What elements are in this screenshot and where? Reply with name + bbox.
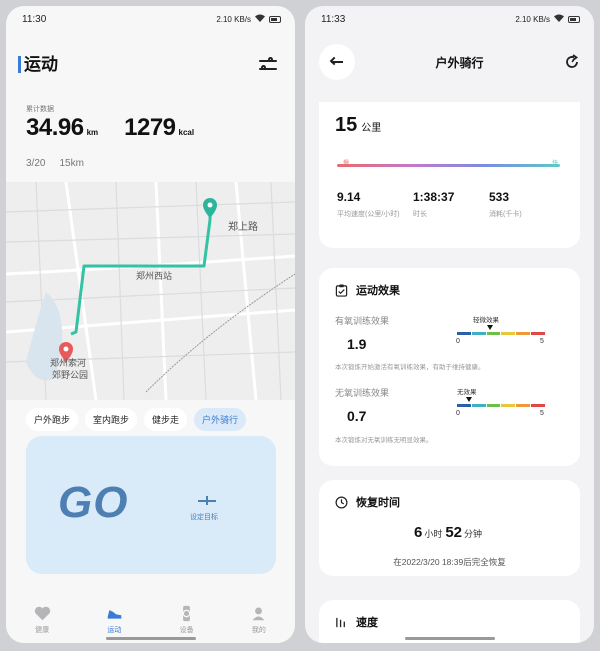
anaerobic-label: 无氧训练效果	[335, 388, 390, 398]
summary-card: 15公里 慢 快 9.14平均速度(公里/小时) 1:38:37时长 533消耗…	[319, 102, 580, 248]
map-label: 郑上路	[228, 222, 258, 233]
wifi-icon	[554, 14, 564, 24]
card-title: 恢复时间	[356, 497, 400, 509]
shoe-icon	[107, 610, 122, 619]
clock-icon	[335, 496, 348, 508]
scale-segment	[457, 332, 471, 335]
recovery-card[interactable]: 恢复时间 6 小时 52 分钟 在2022/3/20 18:39后完全恢复	[319, 480, 580, 576]
pace-gradient-bar	[337, 164, 560, 167]
profile-icon	[252, 607, 265, 621]
refresh-icon[interactable]	[564, 54, 580, 70]
network-speed: 2.10 KB/s	[216, 14, 251, 24]
metric-avg-speed: 9.14 平均速度(公里/小时)	[337, 190, 400, 218]
tab-indoor-run[interactable]: 室内跑步	[85, 408, 138, 431]
tab-walk[interactable]: 健步走	[144, 408, 188, 431]
metric-calories: 533 消耗(千卡)	[489, 190, 522, 218]
set-goal-icon[interactable]	[198, 494, 216, 508]
go-button[interactable]: GO	[58, 478, 128, 528]
recovery-time: 6 小时 52 分钟	[413, 524, 483, 541]
anaerobic-note: 本次锻炼对无氧训练无明显效果。	[335, 437, 433, 444]
anaerobic-scale-bar	[457, 404, 545, 407]
scale-segment	[457, 404, 471, 407]
status-bar: 11:33 2.10 KB/s	[305, 6, 594, 32]
speed-chart-icon	[336, 617, 345, 627]
page-title: 运动	[18, 56, 58, 73]
scale-segment	[486, 332, 501, 335]
nav-sport[interactable]: 运动	[89, 605, 139, 635]
record-distance: 15km	[59, 158, 84, 169]
filter-icon[interactable]	[259, 56, 277, 73]
scale-segment	[471, 332, 486, 335]
watch-icon	[182, 605, 191, 622]
page-title: 户外骑行	[435, 55, 484, 70]
card-title: 运动效果	[356, 285, 400, 297]
sport-type-tabs: 户外跑步 室内跑步 健步走 户外骑行	[26, 408, 247, 431]
scale-segment	[531, 404, 545, 407]
clipboard-check-icon	[335, 283, 348, 297]
set-goal-label[interactable]: 设定目标	[190, 512, 218, 522]
anaerobic-marker	[466, 397, 473, 402]
home-indicator[interactable]	[405, 637, 495, 640]
go-card: GO 设定目标	[26, 436, 276, 574]
nav-health[interactable]: 健康	[17, 605, 67, 635]
ride-distance: 15 公里	[335, 114, 382, 136]
nav-device[interactable]: 设备	[162, 605, 212, 635]
map-label: 郑州西站	[136, 271, 173, 281]
tab-outdoor-run[interactable]: 户外跑步	[26, 408, 79, 431]
scale-segment	[501, 332, 516, 335]
scale-segment	[531, 332, 545, 335]
network-speed: 2.10 KB/s	[515, 14, 550, 24]
cumulative-label: 累计数据	[26, 106, 54, 113]
map-label: 郊野公园	[52, 370, 89, 380]
recovery-note: 在2022/3/20 18:39后完全恢复	[393, 557, 506, 567]
status-bar: 11:30 2.10 KB/s	[6, 6, 295, 32]
tab-outdoor-cycling[interactable]: 户外骑行	[194, 408, 247, 431]
total-distance: 34.96 km	[26, 114, 99, 141]
status-time: 11:30	[22, 13, 47, 25]
home-indicator[interactable]	[106, 637, 196, 640]
anaerobic-level: 无效果	[457, 389, 477, 396]
scale-segment	[501, 404, 516, 407]
heart-icon	[34, 606, 50, 621]
anaerobic-value: 0.7	[347, 408, 367, 424]
battery-icon	[568, 15, 580, 23]
training-effect-card[interactable]: 运动效果 有氧训练效果 1.9 轻微效果 0 5 本次锻炼开始激活有氧训练效果，…	[319, 268, 580, 466]
aerobic-label: 有氧训练效果	[335, 316, 390, 326]
record-date: 3/20	[26, 158, 46, 169]
aerobic-marker	[487, 325, 494, 330]
aerobic-scale-bar	[457, 332, 545, 335]
aerobic-value: 1.9	[347, 336, 367, 352]
sport-home-screen: 11:30 2.10 KB/s 运动 累计数据 34.96 km 1279 kcal…	[6, 6, 295, 643]
scale-segment	[516, 404, 531, 407]
cycling-detail-screen: 11:33 2.10 KB/s 户外骑行 15公里 慢 快 9.14平均速度(公…	[305, 6, 594, 643]
route-map[interactable]: 郑上路 郑州西站 郑州索河 郊野公园	[6, 182, 295, 400]
card-title: 速度	[356, 617, 378, 629]
wifi-icon	[255, 14, 265, 24]
battery-icon	[269, 15, 281, 23]
metric-duration: 1:38:37 时长	[413, 190, 455, 218]
aerobic-level: 轻微效果	[473, 317, 499, 324]
total-calories: 1279 kcal	[124, 114, 195, 141]
nav-me[interactable]: 我的	[234, 605, 284, 635]
scale-segment	[516, 332, 531, 335]
back-button[interactable]	[319, 44, 355, 80]
status-time: 11:33	[321, 13, 346, 25]
aerobic-note: 本次锻炼开始激活有氧训练效果，有助于维持健康。	[335, 364, 485, 371]
scale-segment	[471, 404, 486, 407]
scale-segment	[486, 404, 501, 407]
start-pin-icon	[203, 198, 217, 218]
